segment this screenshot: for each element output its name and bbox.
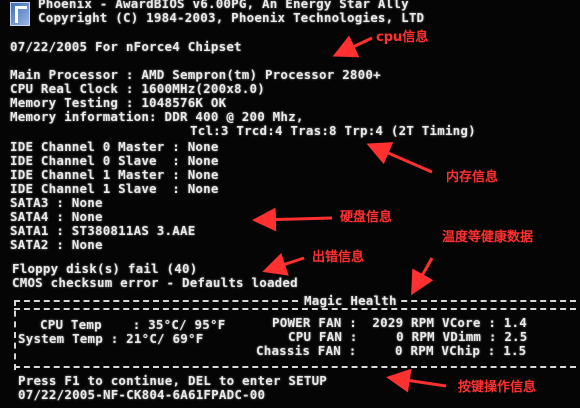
annotation-disk: 硬盘信息 (340, 210, 393, 225)
bios-post-screen: Phoenix - AwardBIOS v6.00PG, An Energy S… (0, 0, 580, 408)
error-arrow (262, 252, 305, 276)
annotation-memory: 内存信息 (446, 170, 499, 185)
annotation-arrows (252, 35, 447, 393)
memory-arrow (366, 142, 433, 174)
annotation-error: 出错信息 (312, 250, 365, 265)
disk-arrow (252, 207, 333, 232)
cpu-arrow (332, 35, 373, 58)
health-arrow (411, 257, 434, 296)
annotation-keys: 按键操作信息 (458, 380, 537, 395)
annotation-health: 温度等健康数据 (442, 230, 534, 245)
annotation-cpu: cpu信息 (376, 30, 429, 45)
keys-arrow (386, 368, 447, 393)
